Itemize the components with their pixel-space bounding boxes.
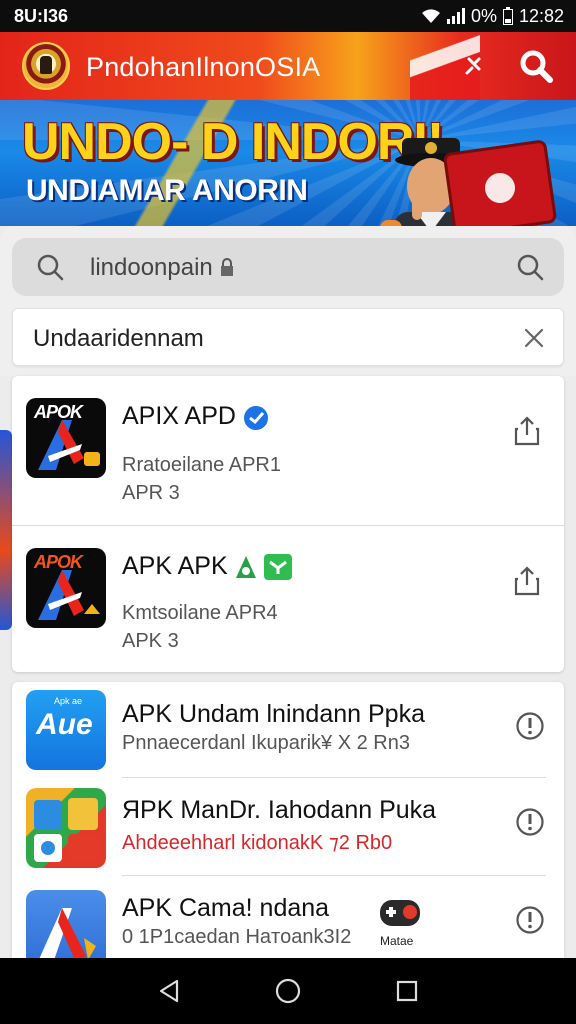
search-bar[interactable]: lindoonpain <box>12 238 564 296</box>
app-title: APIX APD <box>122 402 272 431</box>
search-icon <box>520 50 553 83</box>
app-subtitle: Rratoeilane APR1 <box>122 454 281 476</box>
app-title: PndohanIlnonOSIA <box>86 52 321 82</box>
app-row[interactable]: Apk ae Aue APK Undam lnindann Ppka Pnnae… <box>12 682 564 778</box>
android-badge-icon <box>235 556 256 579</box>
app-subtitle: Pnnaecerdanl Ikuparik¥ X 2 Rn3 <box>122 732 410 754</box>
search-submit-icon[interactable] <box>516 253 544 281</box>
info-button[interactable] <box>514 710 546 742</box>
app-title: APK Cama! ndana <box>122 894 330 922</box>
app-title: ЯPK ManDr. Iahodann Puka <box>122 796 437 824</box>
share-button[interactable] <box>510 564 544 598</box>
signal-icon <box>446 8 465 24</box>
app-icon-small-text: Apk ae <box>54 696 83 706</box>
wifi-icon <box>421 9 440 23</box>
back-icon <box>160 979 179 1003</box>
arrow-logo-icon <box>38 420 100 470</box>
close-icon <box>524 328 544 348</box>
app-subtitle-2: APK 3 <box>122 630 179 652</box>
gamepad-icon <box>380 900 420 926</box>
app-row[interactable]: APOK APK APK Kmtsoilane APR4 APK 3 <box>12 526 564 672</box>
pin-icon <box>465 57 481 75</box>
game-label: Matae <box>380 934 414 948</box>
pin-button[interactable] <box>454 46 494 86</box>
back-button[interactable] <box>149 971 189 1011</box>
app-subtitle: Kmtsoilane APR4 <box>122 602 278 624</box>
recents-icon <box>396 980 417 1002</box>
battery-percent: 0% <box>470 5 497 26</box>
filter-value: Undaaridennam <box>33 325 204 352</box>
phone-illustration <box>442 139 558 226</box>
home-icon <box>275 978 301 1004</box>
status-time-right: 12:82 <box>518 5 564 26</box>
clear-button[interactable] <box>519 323 549 353</box>
share-button[interactable] <box>510 414 544 448</box>
promo-banner[interactable]: UNDO- D INDORI! UNDIAMAR ANORIN <box>0 100 576 226</box>
filter-field[interactable]: Undaaridennam <box>12 308 564 366</box>
screen: 8U:I36 0% 12:82 PndohanIlnonOSIA UNDO- D… <box>0 0 576 1024</box>
share-icon <box>514 566 540 596</box>
app-icon-text: Aue <box>36 708 93 741</box>
app-subtitle: Ahdeeehharl kidonakK ⁊2 Rb0 <box>122 832 393 854</box>
info-icon <box>516 712 544 740</box>
side-decoration <box>0 430 12 630</box>
app-list-card: APOK APIX APD Rratoeilane APR1 APR 3 APO… <box>12 376 564 672</box>
app-list-card-2: Apk ae Aue APK Undam lnindann Ppka Pnnae… <box>12 682 564 970</box>
cards-logo-icon <box>34 798 98 862</box>
app-icon: APOK <box>26 548 106 628</box>
app-title-text: APIX APD <box>122 402 236 430</box>
app-row[interactable]: ЯPK ManDr. Iahodann Puka Ahdeeehharl kid… <box>12 778 564 876</box>
status-bar: 8U:I36 0% 12:82 <box>0 0 576 32</box>
emblem-logo-icon <box>22 42 70 90</box>
app-icon: Apk ae Aue <box>26 690 106 770</box>
status-right: 0% 12:82 <box>421 6 564 27</box>
search-input[interactable]: lindoonpain <box>90 254 235 282</box>
app-header: PndohanIlnonOSIA <box>0 32 576 100</box>
app-icon <box>26 788 106 868</box>
nav-bar <box>0 958 576 1024</box>
app-title: APK Undam lnindann Ppka <box>122 700 425 728</box>
info-button[interactable] <box>514 904 546 936</box>
install-badge-icon <box>263 554 292 581</box>
recents-button[interactable] <box>387 971 427 1011</box>
share-icon <box>514 416 540 446</box>
app-row[interactable]: APK Cama! ndana 0 1P1caedan Haтoank3I2 M… <box>12 876 564 970</box>
search-icon <box>37 254 64 281</box>
app-icon: APOK <box>26 398 106 478</box>
app-subtitle: 0 1P1caedan Haтoank3I2 <box>122 926 352 948</box>
status-time-left: 8U:I36 <box>14 5 69 26</box>
battery-icon <box>502 7 513 25</box>
app-title: APK APK <box>122 552 292 581</box>
search-input-value: lindoonpain <box>90 254 213 281</box>
header-search-button[interactable] <box>516 46 556 86</box>
info-button[interactable] <box>514 806 546 838</box>
lock-icon <box>220 258 233 276</box>
app-subtitle-2: APR 3 <box>122 482 180 504</box>
info-icon <box>516 808 544 836</box>
home-button[interactable] <box>268 971 308 1011</box>
app-title-text: APK APK <box>122 552 228 580</box>
info-icon <box>516 906 544 934</box>
arrow-logo-icon <box>38 570 100 620</box>
app-row[interactable]: APOK APIX APD Rratoeilane APR1 APR 3 <box>12 376 564 526</box>
banner-subtitle: UNDIAMAR ANORIN <box>26 174 308 207</box>
verified-badge-icon <box>243 406 268 431</box>
